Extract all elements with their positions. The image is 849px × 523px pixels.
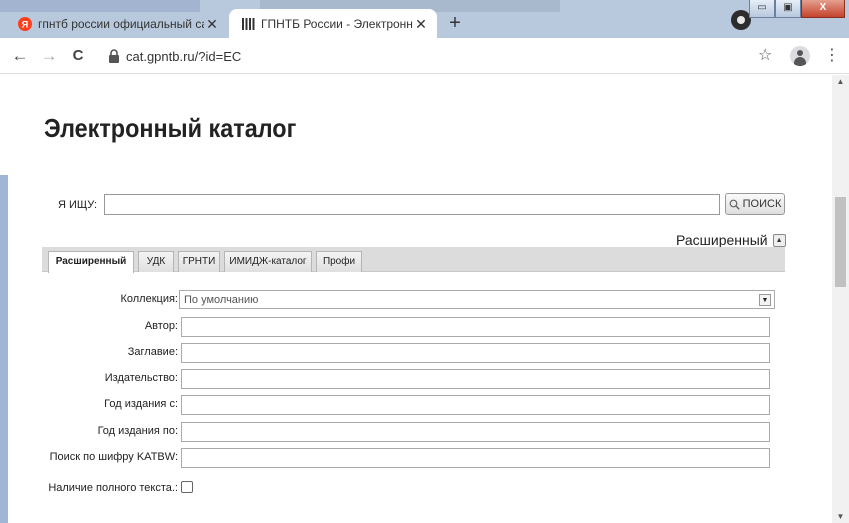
tab-extended[interactable]: Расширенный: [48, 251, 134, 273]
author-label: Автор:: [144, 320, 178, 332]
chevron-down-icon: ▼: [759, 294, 771, 306]
form-row-collection: Коллекция: По умолчанию ▼: [0, 290, 849, 310]
search-button-label: ПОИСК: [742, 198, 782, 210]
fulltext-label: Наличие полного текста.:: [48, 482, 178, 494]
year-from-input[interactable]: [181, 395, 770, 415]
katbw-input[interactable]: [181, 448, 770, 468]
year-from-label: Год издания с:: [104, 398, 178, 410]
forward-button[interactable]: →: [37, 44, 61, 68]
title-label: Заглавие:: [127, 346, 178, 358]
svg-text:Я: Я: [22, 19, 28, 29]
window-close-button[interactable]: X: [801, 0, 845, 18]
profile-avatar-icon[interactable]: [731, 10, 751, 30]
year-to-input[interactable]: [181, 422, 770, 442]
tab-profi[interactable]: Профи: [316, 251, 362, 272]
address-bar[interactable]: cat.gpntb.ru/?id=EC: [108, 43, 748, 69]
search-input[interactable]: [104, 194, 720, 215]
scrollbar-thumb[interactable]: [835, 197, 846, 287]
search-button[interactable]: ПОИСК: [725, 193, 785, 215]
browser-tabstrip: Я гпнтб россии официальный сай ✕ ГПНТБ Р…: [0, 0, 849, 38]
form-row-katbw: Поиск по шифру KATBW:: [0, 448, 849, 468]
tab-grnti[interactable]: ГРНТИ: [178, 251, 220, 272]
minimize-button[interactable]: ▭: [749, 0, 775, 18]
form-row-author: Автор:: [0, 317, 849, 337]
new-tab-button[interactable]: +: [444, 13, 466, 35]
bookmark-star-icon[interactable]: ☆: [758, 44, 772, 68]
window-controls: ▭ ▣ X: [749, 0, 845, 18]
advanced-mode-toggle[interactable]: Расширенный ▲: [676, 232, 786, 248]
form-row-year-from: Год издания с:: [0, 395, 849, 415]
lock-icon: [109, 49, 119, 63]
tab-title: гпнтб россии официальный сай: [38, 16, 204, 31]
profile-icon[interactable]: [790, 46, 810, 66]
search-label: Я ИЩУ:: [58, 199, 98, 211]
reload-button[interactable]: C: [66, 44, 90, 68]
fulltext-checkbox[interactable]: [181, 481, 193, 493]
publisher-label: Издательство:: [104, 372, 178, 384]
yandex-icon: Я: [18, 16, 32, 31]
form-row-fulltext: Наличие полного текста.:: [0, 479, 849, 499]
collection-select[interactable]: По умолчанию ▼: [179, 290, 775, 309]
page-title: Электронный каталог: [44, 113, 297, 143]
browser-tab-yandex[interactable]: Я гпнтб россии официальный сай ✕: [6, 9, 228, 38]
search-mode-tabs: Расширенный УДК ГРНТИ ИМИДЖ-каталог Проф…: [42, 247, 785, 273]
maximize-button[interactable]: ▣: [775, 0, 801, 18]
author-input[interactable]: [181, 317, 770, 337]
scroll-up-icon[interactable]: ▲: [832, 77, 849, 86]
form-row-title: Заглавие:: [0, 343, 849, 363]
tab-title: ГПНТБ России - Электронный к: [261, 16, 413, 31]
tab-close-icon[interactable]: ✕: [413, 16, 429, 32]
back-button[interactable]: ←: [8, 44, 32, 68]
browser-toolbar: ← → C cat.gpntb.ru/?id=EC ☆ ⋮: [0, 38, 849, 74]
tab-udk[interactable]: УДК: [138, 251, 174, 272]
title-input[interactable]: [181, 343, 770, 363]
tab-close-icon[interactable]: ✕: [204, 16, 220, 32]
browser-menu-icon[interactable]: ⋮: [824, 44, 840, 68]
katbw-label: Поиск по шифру KATBW:: [49, 451, 178, 463]
gpntb-icon: [242, 17, 255, 30]
collection-label: Коллекция:: [120, 293, 178, 305]
advanced-mode-label: Расширенный: [676, 232, 768, 248]
collapse-icon[interactable]: ▲: [772, 233, 786, 247]
page-viewport: ▲ ▼ Электронный каталог Я ИЩУ: ПОИСК Рас…: [0, 75, 849, 523]
year-to-label: Год издания по:: [97, 425, 178, 437]
url-text: cat.gpntb.ru/?id=EC: [126, 48, 242, 64]
tab-image-catalog[interactable]: ИМИДЖ-каталог: [224, 251, 312, 272]
publisher-input[interactable]: [181, 369, 770, 389]
magnifier-icon: [729, 199, 740, 210]
scroll-down-icon[interactable]: ▼: [832, 512, 849, 521]
collection-selected-value: По умолчанию: [184, 294, 259, 306]
form-row-year-to: Год издания по:: [0, 422, 849, 442]
form-row-publisher: Издательство:: [0, 369, 849, 389]
browser-tab-gpntb[interactable]: ГПНТБ России - Электронный к ✕: [229, 9, 437, 38]
